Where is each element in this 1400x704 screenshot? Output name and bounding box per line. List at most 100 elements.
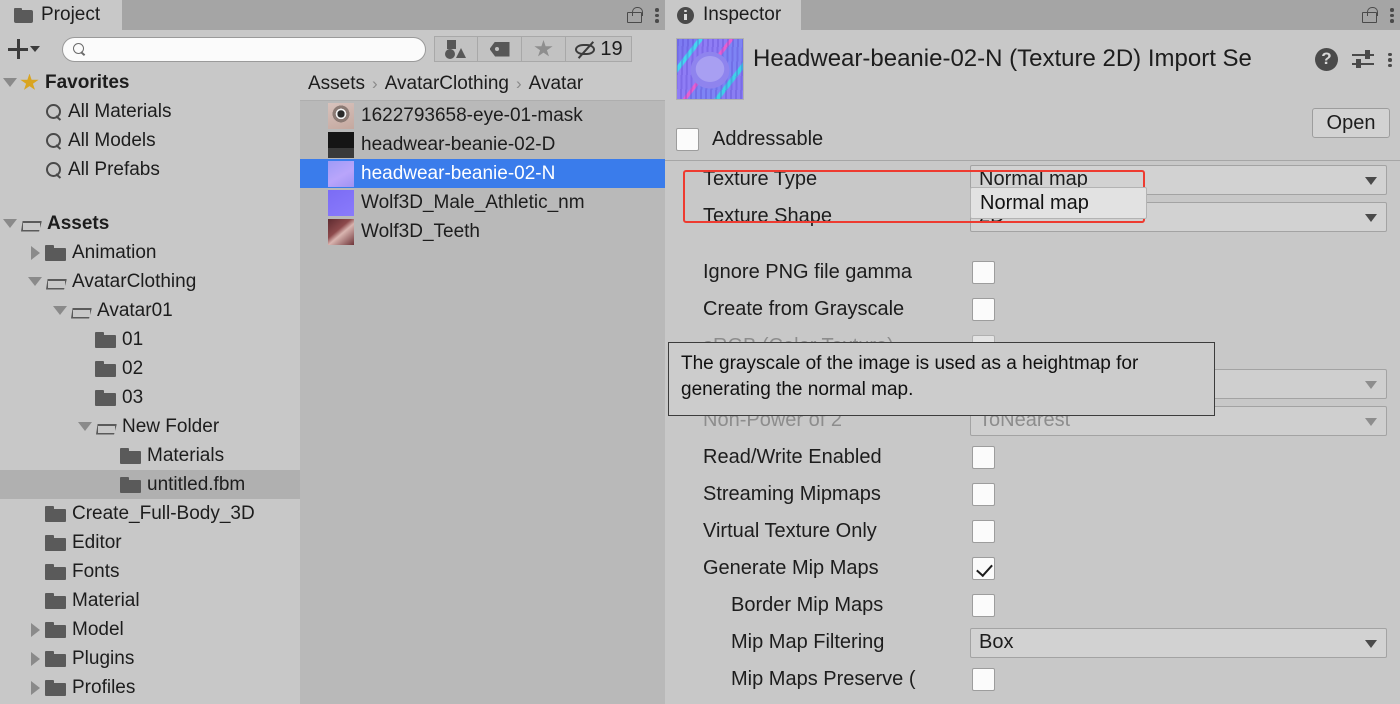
twisty-collapsed-icon[interactable] bbox=[25, 245, 45, 260]
checkbox-streaming-mipmaps[interactable] bbox=[972, 483, 995, 506]
tree-item-01[interactable]: 01 bbox=[0, 325, 300, 354]
asset-list-item[interactable]: headwear-beanie-02-D bbox=[300, 130, 665, 159]
tree-item-02[interactable]: 02 bbox=[0, 354, 300, 383]
tree-item-label: All Models bbox=[68, 129, 156, 151]
tree-item-label: 02 bbox=[122, 357, 144, 379]
twisty-collapsed-icon[interactable] bbox=[25, 680, 45, 695]
breadcrumb-separator: › bbox=[515, 74, 522, 93]
folder-icon bbox=[95, 389, 116, 406]
tree-item-material[interactable]: Material bbox=[0, 586, 300, 615]
filter-by-type-button[interactable] bbox=[434, 36, 478, 62]
tree-item-label: Create_Full-Body_3D bbox=[72, 502, 255, 524]
tree-item-assets[interactable]: Assets bbox=[0, 209, 300, 238]
property-label: Texture Shape bbox=[703, 205, 832, 227]
inspector-window: Inspector Headwear-beanie-02-N (Texture … bbox=[665, 0, 1400, 704]
asset-list-item[interactable]: Wolf3D_Male_Athletic_nm bbox=[300, 188, 665, 217]
asset-list-item[interactable]: 1622793658-eye-01-mask bbox=[300, 101, 665, 130]
addressable-checkbox[interactable] bbox=[676, 127, 699, 151]
search-icon bbox=[45, 103, 62, 120]
tree-item-create-full-body-3d[interactable]: Create_Full-Body_3D bbox=[0, 499, 300, 528]
tree-item-all-prefabs[interactable]: All Prefabs bbox=[0, 155, 300, 184]
tree-item-label: Avatar01 bbox=[97, 299, 173, 321]
checkbox-border-mip-maps[interactable] bbox=[972, 594, 995, 617]
tree-item-label: AvatarClothing bbox=[72, 270, 197, 292]
tree-item-favorites[interactable]: Favorites bbox=[0, 68, 300, 97]
asset-name: headwear-beanie-02-D bbox=[361, 133, 556, 155]
breadcrumb[interactable]: Assets › AvatarClothing › Avatar bbox=[300, 68, 665, 101]
tree-item-fonts[interactable]: Fonts bbox=[0, 557, 300, 586]
help-circle-icon[interactable] bbox=[1315, 47, 1338, 71]
tree-item-avatar01[interactable]: Avatar01 bbox=[0, 296, 300, 325]
asset-list[interactable]: 1622793658-eye-01-mask headwear-beanie-02… bbox=[300, 101, 665, 246]
tree-item-editor[interactable]: Editor bbox=[0, 528, 300, 557]
project-folder-tree[interactable]: Favorites All Materials All Models All Pref… bbox=[0, 68, 300, 704]
checkbox-ignore-png-file-gamma[interactable] bbox=[972, 261, 995, 284]
property-row-streaming-mipmaps: Streaming Mipmaps bbox=[665, 476, 1400, 513]
filter-by-label-button[interactable] bbox=[478, 36, 522, 62]
tree-item-animation[interactable]: Animation bbox=[0, 238, 300, 267]
breadcrumb-item[interactable]: AvatarClothing bbox=[385, 73, 509, 95]
tree-item-avatarclothing[interactable]: AvatarClothing bbox=[0, 267, 300, 296]
folder-open-icon bbox=[45, 274, 67, 290]
twisty-expanded-icon[interactable] bbox=[50, 306, 70, 315]
tab-project-label: Project bbox=[41, 4, 101, 25]
tree-item-plugins[interactable]: Plugins bbox=[0, 644, 300, 673]
preset-sliders-icon[interactable] bbox=[1352, 49, 1374, 70]
tree-item-materials[interactable]: Materials bbox=[0, 441, 300, 470]
folder-icon bbox=[14, 7, 33, 23]
tree-item-new-folder[interactable]: New Folder bbox=[0, 412, 300, 441]
inspector-header-actions bbox=[1315, 47, 1392, 71]
twisty-expanded-icon[interactable] bbox=[0, 78, 20, 87]
twisty-collapsed-icon[interactable] bbox=[25, 651, 45, 666]
search-input[interactable] bbox=[92, 41, 415, 57]
tree-item-profiles[interactable]: Profiles bbox=[0, 673, 300, 702]
checkbox-create-from-grayscale[interactable] bbox=[972, 298, 995, 321]
folder-icon bbox=[95, 360, 116, 377]
checkbox-mip-maps-preserve[interactable] bbox=[972, 668, 995, 691]
folder-icon bbox=[120, 447, 141, 464]
folder-icon bbox=[45, 650, 66, 667]
filter-favorites-button[interactable] bbox=[522, 36, 566, 62]
kebab-menu-icon[interactable] bbox=[655, 7, 659, 23]
info-icon bbox=[677, 6, 694, 24]
tree-item-label: Model bbox=[72, 618, 124, 640]
checkbox-virtual-texture-only[interactable] bbox=[972, 520, 995, 543]
tab-project[interactable]: Project bbox=[0, 0, 123, 30]
hidden-items-count: 19 bbox=[600, 37, 623, 60]
dropdown-mip-map-filtering[interactable]: Box bbox=[970, 627, 1387, 658]
tree-item-03[interactable]: 03 bbox=[0, 383, 300, 412]
lock-open-icon[interactable] bbox=[627, 7, 643, 23]
tree-item-all-models[interactable]: All Models bbox=[0, 126, 300, 155]
tree-item-untitled-fbm[interactable]: untitled.fbm bbox=[0, 470, 300, 499]
texture-type-value-highlighted[interactable]: Normal map bbox=[970, 187, 1147, 219]
twisty-expanded-icon[interactable] bbox=[0, 219, 20, 228]
breadcrumb-item[interactable]: Avatar bbox=[529, 73, 584, 95]
tab-inspector[interactable]: Inspector bbox=[665, 0, 802, 30]
asset-list-item[interactable]: headwear-beanie-02-N bbox=[300, 159, 665, 188]
tree-item-all-materials[interactable]: All Materials bbox=[0, 97, 300, 126]
breadcrumb-item[interactable]: Assets bbox=[308, 73, 365, 95]
kebab-menu-icon[interactable] bbox=[1390, 7, 1394, 23]
hidden-items-button[interactable]: 19 bbox=[566, 36, 632, 62]
property-row-read-write-enabled: Read/Write Enabled bbox=[665, 439, 1400, 476]
twisty-expanded-icon[interactable] bbox=[25, 277, 45, 286]
breadcrumb-separator: › bbox=[372, 74, 378, 93]
search-field[interactable] bbox=[62, 36, 426, 62]
chevron-down-icon bbox=[1365, 417, 1377, 426]
kebab-menu-icon[interactable] bbox=[1388, 52, 1392, 68]
twisty-collapsed-icon[interactable] bbox=[25, 622, 45, 637]
property-row-virtual-texture-only: Virtual Texture Only bbox=[665, 513, 1400, 550]
tooltip-create-from-grayscale: The grayscale of the image is used as a … bbox=[668, 342, 1215, 416]
property-row-generate-mip-maps: Generate Mip Maps bbox=[665, 550, 1400, 587]
checkbox-generate-mip-maps[interactable] bbox=[972, 557, 995, 580]
asset-list-item[interactable]: Wolf3D_Teeth bbox=[300, 217, 665, 246]
tree-item-label: All Prefabs bbox=[68, 158, 160, 180]
checkbox-read-write-enabled[interactable] bbox=[972, 446, 995, 469]
twisty-expanded-icon[interactable] bbox=[75, 422, 95, 431]
lock-open-icon[interactable] bbox=[1362, 7, 1378, 23]
tree-item-label: Material bbox=[72, 589, 140, 611]
eye-off-icon bbox=[574, 40, 597, 59]
create-asset-button[interactable] bbox=[8, 36, 56, 62]
tree-item-model[interactable]: Model bbox=[0, 615, 300, 644]
